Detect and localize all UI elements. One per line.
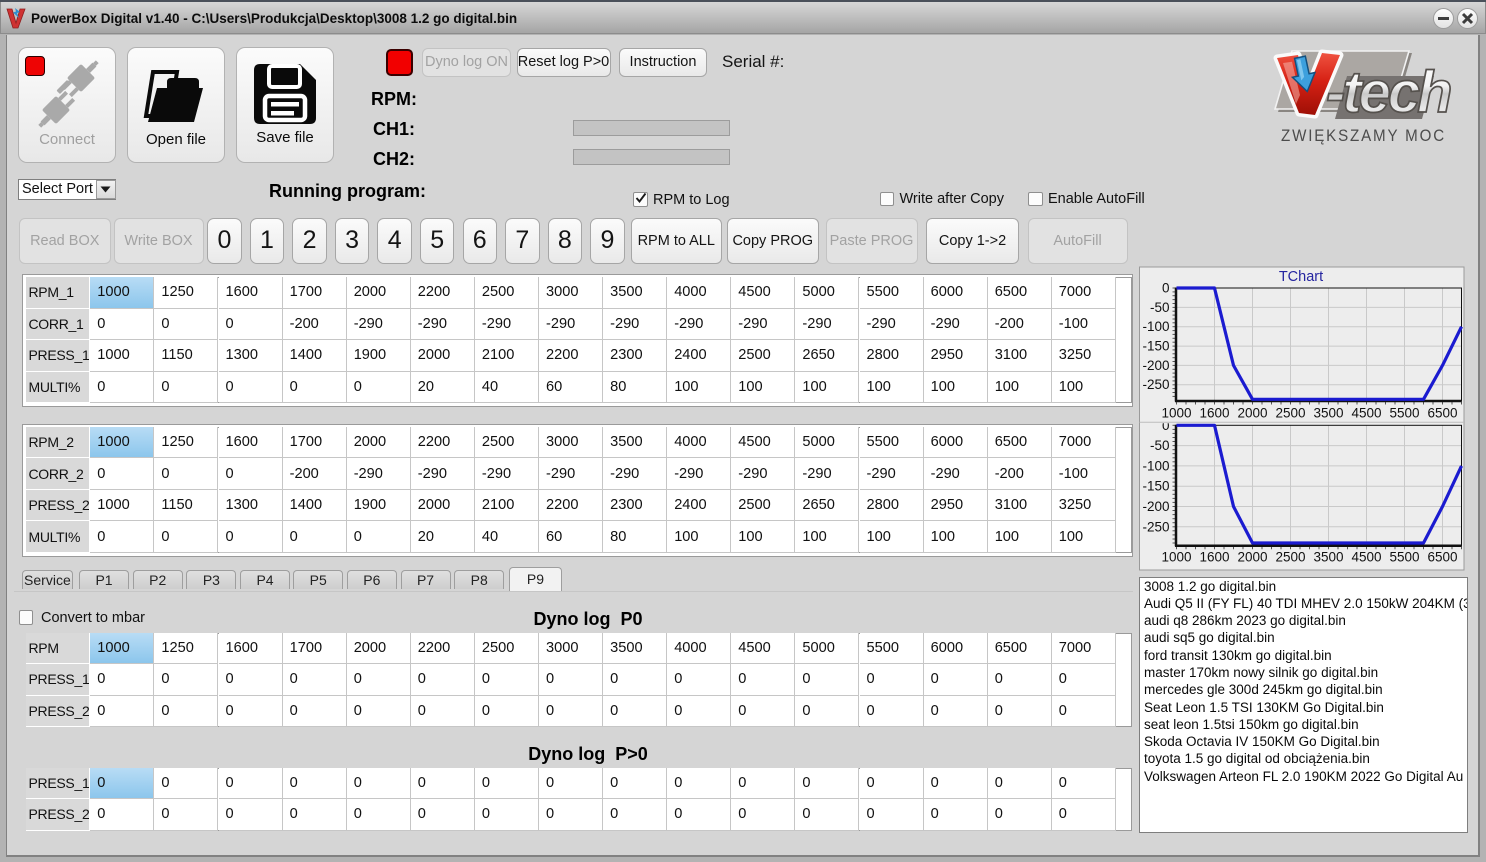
svg-text:-100: -100 xyxy=(1142,319,1169,334)
svg-text:2000: 2000 xyxy=(1237,406,1267,421)
svg-text:2000: 2000 xyxy=(1237,550,1267,565)
svg-text:-200: -200 xyxy=(1142,358,1169,373)
svg-text:-100: -100 xyxy=(1142,458,1169,473)
svg-text:0: 0 xyxy=(1162,281,1170,296)
svg-text:6500: 6500 xyxy=(1427,406,1457,421)
svg-text:5500: 5500 xyxy=(1389,406,1419,421)
svg-text:-50: -50 xyxy=(1150,438,1170,453)
svg-text:4500: 4500 xyxy=(1351,406,1381,421)
svg-text:3500: 3500 xyxy=(1313,406,1343,421)
svg-text:-250: -250 xyxy=(1142,377,1169,392)
svg-text:1600: 1600 xyxy=(1199,406,1229,421)
svg-text:2500: 2500 xyxy=(1275,406,1305,421)
svg-text:-250: -250 xyxy=(1142,519,1169,534)
svg-text:-tech: -tech xyxy=(1326,60,1450,125)
svg-text:-200: -200 xyxy=(1142,499,1169,514)
svg-text:1600: 1600 xyxy=(1199,550,1229,565)
svg-text:-50: -50 xyxy=(1150,300,1170,315)
svg-text:-150: -150 xyxy=(1142,479,1169,494)
svg-text:2500: 2500 xyxy=(1275,550,1305,565)
svg-text:ZWIĘKSZAMY MOC: ZWIĘKSZAMY MOC xyxy=(1281,127,1446,145)
svg-text:5500: 5500 xyxy=(1389,550,1419,565)
svg-text:1000: 1000 xyxy=(1161,406,1191,421)
svg-text:6500: 6500 xyxy=(1427,550,1457,565)
svg-text:TChart: TChart xyxy=(1279,269,1323,285)
svg-text:1000: 1000 xyxy=(1161,550,1191,565)
svg-text:3500: 3500 xyxy=(1313,550,1343,565)
svg-text:4500: 4500 xyxy=(1351,550,1381,565)
svg-text:-150: -150 xyxy=(1142,339,1169,354)
